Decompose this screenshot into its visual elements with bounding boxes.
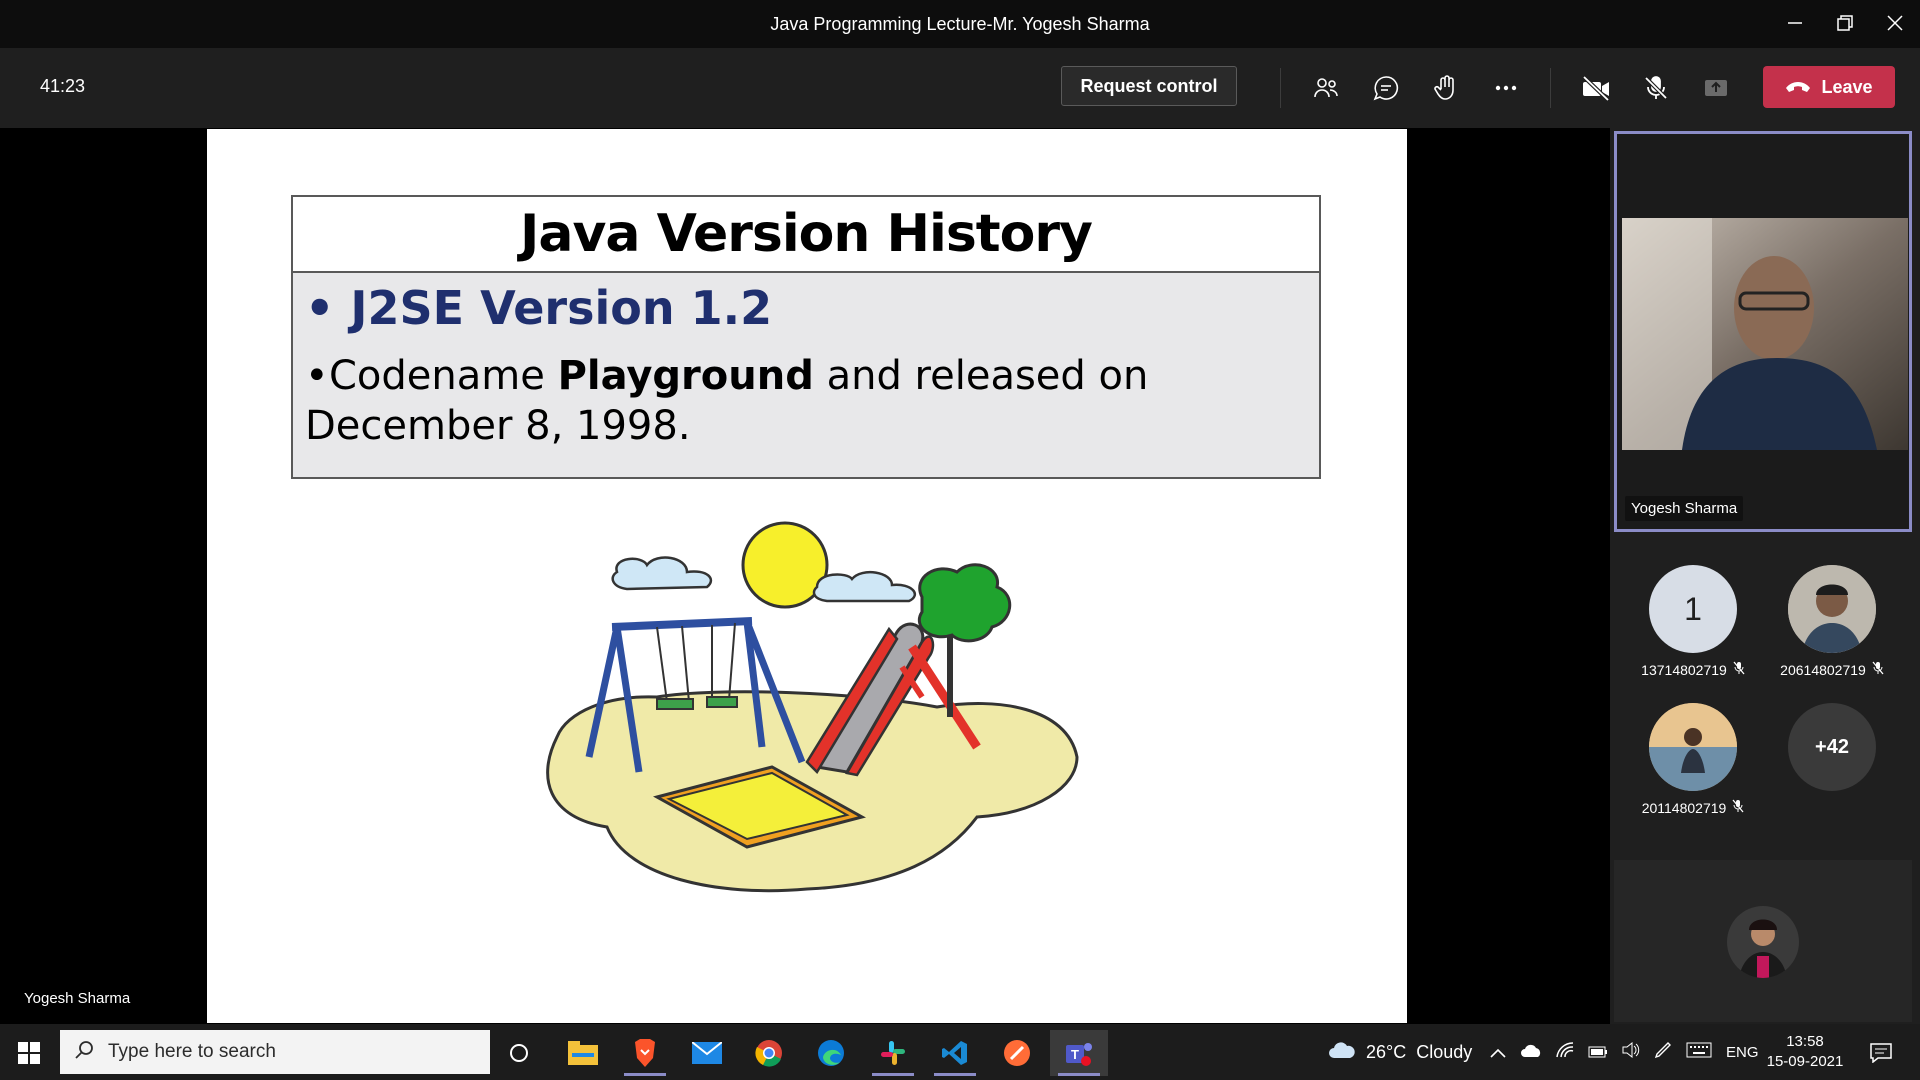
participant-name: 13714802719 [1641, 661, 1727, 678]
leave-button[interactable]: Leave [1763, 66, 1895, 108]
slide-bullet-version: • J2SE Version 1.2 [305, 281, 773, 335]
avatar: 1 [1649, 565, 1737, 653]
avatar [1649, 703, 1737, 791]
more-options-icon[interactable] [1486, 68, 1526, 108]
notifications-icon[interactable] [1852, 1030, 1910, 1076]
more-participants-button[interactable]: +42 [1788, 703, 1876, 791]
mic-muted-icon [1733, 661, 1745, 678]
mic-muted-icon [1872, 661, 1884, 678]
slide-title: Java Version History [520, 204, 1093, 264]
edge-icon[interactable] [802, 1030, 860, 1076]
presenter-video [1622, 218, 1908, 450]
hang-up-icon [1785, 77, 1811, 98]
brave-browser-icon[interactable] [616, 1030, 674, 1076]
camera-off-icon[interactable] [1576, 68, 1616, 108]
onedrive-icon[interactable] [1520, 1042, 1542, 1063]
self-video-tile[interactable] [1614, 860, 1912, 1022]
battery-icon[interactable] [1588, 1042, 1608, 1063]
keyboard-icon[interactable] [1686, 1042, 1712, 1063]
avatar [1788, 565, 1876, 653]
meeting-timer: 41:23 [40, 76, 86, 96]
mic-muted-icon [1732, 799, 1744, 816]
slide-title-box: Java Version History [291, 195, 1321, 273]
shared-slide: Java Version History • J2SE Version 1.2 … [207, 129, 1407, 1023]
share-tray-icon[interactable] [1696, 68, 1736, 108]
participant-tile[interactable]: 1 13714802719 [1628, 565, 1758, 678]
spotlight-name: Yogesh Sharma [1625, 496, 1744, 521]
vscode-icon[interactable] [926, 1030, 984, 1076]
meeting-toolbar: 41:23 Request control Leave [0, 48, 1920, 128]
stage-presenter-name: Yogesh Sharma [24, 990, 131, 1007]
chevron-up-icon[interactable] [1490, 1042, 1506, 1063]
self-avatar [1727, 906, 1799, 978]
chat-icon[interactable] [1366, 68, 1406, 108]
participant-tile[interactable]: 20614802719 [1767, 565, 1897, 678]
postman-icon[interactable] [988, 1030, 1046, 1076]
chrome-icon[interactable] [740, 1030, 798, 1076]
slide-content-box: • J2SE Version 1.2 •Codename Playground … [291, 273, 1321, 479]
minimize-icon[interactable] [1776, 8, 1814, 38]
svg-text:T: T [1071, 1047, 1079, 1062]
participant-name: 20114802719 [1641, 799, 1727, 816]
weather-text: 26°C Cloudy [1366, 1041, 1473, 1062]
clock-time: 13:58 [1786, 1033, 1824, 1050]
playground-illustration [517, 517, 1097, 937]
participant-name: 20614802719 [1780, 661, 1866, 678]
spotlight-video-tile[interactable]: Yogesh Sharma [1614, 131, 1912, 532]
divider [1550, 68, 1551, 108]
search-icon [74, 1040, 94, 1065]
clock[interactable]: 13:58 15-09-2021 [1750, 1032, 1860, 1072]
slack-icon[interactable] [864, 1030, 922, 1076]
volume-icon[interactable] [1622, 1041, 1640, 1063]
search-placeholder: Type here to search [108, 1041, 276, 1062]
windows-start-icon[interactable] [0, 1030, 58, 1076]
mail-icon[interactable] [678, 1030, 736, 1076]
restore-icon[interactable] [1826, 8, 1864, 38]
cloud-icon [1328, 1040, 1356, 1065]
request-control-button[interactable]: Request control [1061, 66, 1237, 106]
file-explorer-icon[interactable] [554, 1030, 612, 1076]
cortana-icon[interactable] [490, 1030, 548, 1076]
window-title: Java Programming Lecture-Mr. Yogesh Shar… [770, 14, 1150, 34]
divider [1280, 68, 1281, 108]
windows-taskbar: Type here to search T 26°C Cloudy ENG 13… [0, 1024, 1920, 1080]
wifi-icon[interactable] [1556, 1041, 1574, 1063]
people-icon[interactable] [1306, 68, 1346, 108]
pen-icon[interactable] [1654, 1041, 1672, 1064]
teams-icon[interactable]: T [1050, 1030, 1108, 1076]
participant-tile[interactable]: 20114802719 [1628, 703, 1758, 816]
close-icon[interactable] [1876, 8, 1914, 38]
clock-date: 15-09-2021 [1766, 1053, 1844, 1070]
weather-widget[interactable]: 26°C Cloudy [1328, 1024, 1472, 1080]
leave-label: Leave [1821, 76, 1873, 97]
title-bar: Java Programming Lecture-Mr. Yogesh Shar… [0, 0, 1920, 48]
taskbar-search[interactable]: Type here to search [60, 1030, 490, 1074]
raise-hand-icon[interactable] [1426, 68, 1466, 108]
mic-off-icon[interactable] [1636, 68, 1676, 108]
slide-bullet-codename: •Codename Playground and released on Dec… [305, 353, 1149, 449]
